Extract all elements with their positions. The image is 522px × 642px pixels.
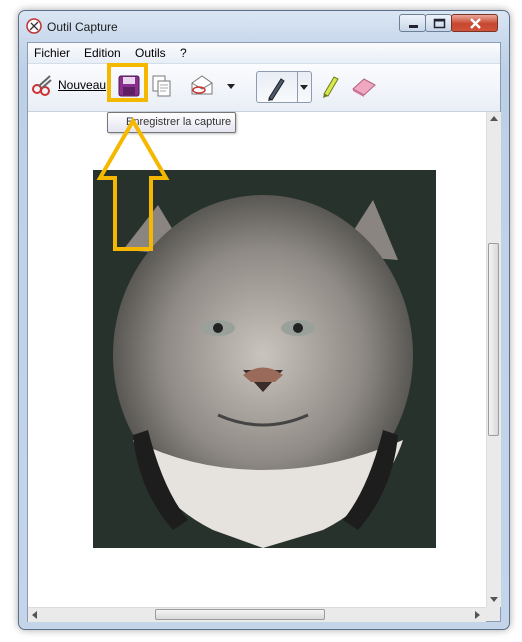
scroll-down-icon[interactable] [490, 597, 498, 602]
scissors-icon [32, 75, 52, 96]
maximize-button[interactable] [425, 14, 452, 32]
minimize-button[interactable] [399, 14, 426, 32]
horizontal-scroll-thumb[interactable] [155, 609, 325, 620]
up-arrow-annotation [96, 118, 170, 251]
pen-button[interactable] [256, 71, 312, 103]
minimize-icon [409, 25, 418, 28]
toolbar: Nouveau [28, 64, 500, 112]
highlighter-button[interactable] [318, 72, 342, 100]
menu-edition[interactable]: Edition [84, 46, 121, 60]
vertical-scrollbar[interactable] [486, 112, 501, 607]
new-button-label: Nouveau [58, 78, 107, 92]
eraser-button[interactable] [350, 73, 378, 99]
copy-icon [152, 75, 171, 97]
snipping-tool-icon [26, 18, 42, 34]
highlighter-icon [323, 76, 339, 98]
scroll-up-icon[interactable] [490, 116, 498, 121]
eraser-icon [352, 78, 376, 97]
snipping-tool-window: Outil Capture Fichier Edition Outils ? N… [18, 10, 510, 630]
menu-bar: Fichier Edition Outils ? [28, 43, 500, 64]
menu-help[interactable]: ? [180, 46, 187, 60]
send-dropdown-button[interactable] [224, 76, 238, 96]
send-email-icon [191, 75, 213, 95]
scroll-left-icon[interactable] [32, 611, 37, 619]
send-button[interactable] [188, 73, 218, 99]
vertical-scroll-thumb[interactable] [488, 243, 499, 436]
title-bar[interactable]: Outil Capture [19, 11, 509, 41]
menu-fichier[interactable]: Fichier [34, 46, 70, 60]
pen-icon [268, 78, 285, 101]
copy-button[interactable] [148, 73, 174, 99]
close-button[interactable] [451, 14, 498, 32]
close-icon [470, 18, 481, 29]
new-button[interactable]: Nouveau [30, 73, 108, 99]
horizontal-scrollbar[interactable] [28, 607, 486, 622]
menu-outils[interactable]: Outils [135, 46, 166, 60]
scroll-right-icon[interactable] [475, 611, 480, 619]
scrollbar-corner [486, 607, 500, 621]
save-button-highlight [107, 63, 148, 102]
window-title: Outil Capture [47, 20, 118, 34]
chevron-down-icon [300, 85, 308, 90]
maximize-icon [433, 18, 446, 29]
chevron-down-icon [227, 84, 235, 89]
